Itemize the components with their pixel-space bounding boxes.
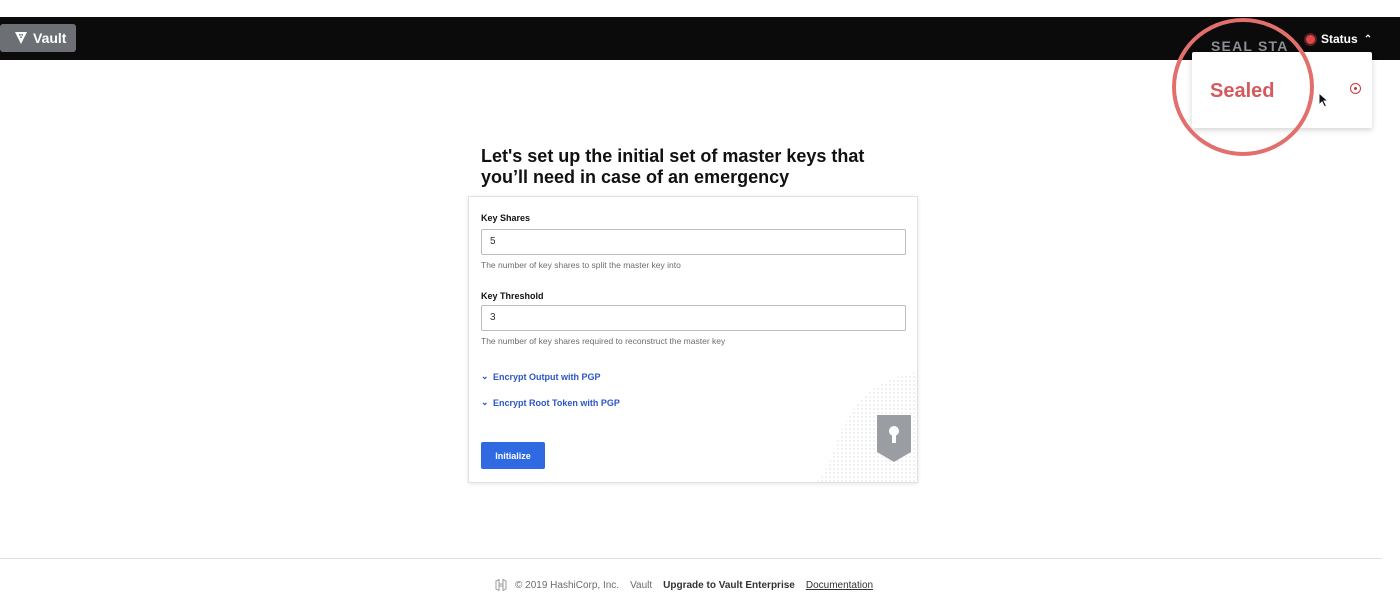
status-dot-icon — [1306, 34, 1315, 44]
footer-documentation-link[interactable]: Documentation — [806, 580, 873, 591]
key-threshold-help: The number of key shares required to rec… — [481, 336, 726, 346]
encrypt-root-token-pgp-toggle[interactable]: ⌄ Encrypt Root Token with PGP — [481, 397, 620, 408]
seal-status-popover: SEAL STA Sealed — [1192, 38, 1372, 128]
seal-status-value: Sealed — [1210, 80, 1275, 102]
encrypt-output-pgp-label: Encrypt Output with PGP — [493, 371, 601, 382]
mouse-cursor-icon — [1318, 92, 1330, 108]
chevron-down-icon: ⌄ — [481, 371, 489, 381]
page-title-line2: you’ll need in case of an emergency — [481, 167, 790, 187]
status-menu-button[interactable]: Status ⌃ — [1306, 29, 1372, 49]
chevron-up-icon: ⌃ — [1363, 33, 1373, 45]
key-shares-input[interactable]: 5 — [481, 229, 906, 255]
footer: © 2019 HashiCorp, Inc. Vault Upgrade to … — [494, 578, 873, 592]
footer-vault: Vault — [630, 579, 653, 591]
chevron-down-icon: ⌄ — [481, 397, 489, 407]
key-shares-label: Key Shares — [481, 213, 531, 223]
vault-logo-icon — [15, 32, 27, 44]
window-right-edge — [1382, 60, 1400, 611]
window-top-strip — [0, 0, 1400, 17]
page-title-line1: Let's set up the initial set of master k… — [481, 146, 865, 166]
page-title: Let's set up the initial set of master k… — [481, 146, 901, 188]
navbar: Vault Status ⌃ — [0, 17, 1400, 60]
footer-upgrade-link[interactable]: Upgrade to Vault Enterprise — [663, 580, 795, 591]
key-threshold-input[interactable]: 3 — [481, 305, 906, 331]
footer-copyright: © 2019 HashiCorp, Inc. — [515, 579, 620, 591]
hashicorp-logo-icon — [495, 578, 507, 592]
key-threshold-label: Key Threshold — [481, 291, 544, 301]
sealed-status-icon — [1350, 83, 1361, 94]
initialize-button[interactable]: Initialize — [481, 442, 545, 469]
vault-home-link[interactable]: Vault — [0, 24, 76, 52]
footer-divider — [0, 558, 1400, 559]
init-form-card: Key Shares 5 The number of key shares to… — [468, 196, 918, 483]
key-shares-help: The number of key shares to split the ma… — [481, 260, 681, 270]
encrypt-root-token-pgp-label: Encrypt Root Token with PGP — [493, 397, 620, 408]
brand-name: Vault — [33, 30, 67, 46]
seal-status-caption: SEAL STA — [1211, 38, 1289, 54]
status-label: Status — [1321, 32, 1358, 46]
encrypt-output-pgp-toggle[interactable]: ⌄ Encrypt Output with PGP — [481, 371, 601, 382]
lock-shield-icon — [817, 372, 917, 482]
